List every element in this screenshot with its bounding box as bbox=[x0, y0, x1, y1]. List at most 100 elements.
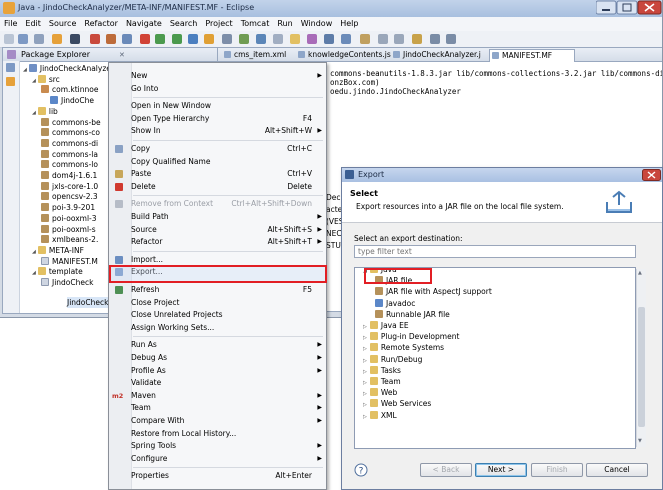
menu-help[interactable]: Help bbox=[336, 17, 362, 28]
tree-item[interactable]: com.ktinnoe bbox=[41, 84, 98, 95]
debug-icon[interactable] bbox=[52, 34, 62, 44]
mark-icon[interactable] bbox=[341, 34, 351, 44]
expand-icon[interactable]: ▷ bbox=[363, 391, 367, 397]
export-tree-item[interactable]: Runnable JAR file bbox=[375, 309, 450, 320]
menu-refactor[interactable]: Refactor bbox=[80, 17, 122, 28]
menu-item-import[interactable]: Import... bbox=[109, 254, 326, 266]
menu-item-assign-working-sets[interactable]: Assign Working Sets... bbox=[109, 322, 326, 334]
dialog-close-icon[interactable] bbox=[642, 169, 661, 181]
last-edit-icon[interactable] bbox=[412, 34, 422, 44]
scroll-up-icon[interactable]: ▲ bbox=[638, 270, 642, 276]
menu-edit[interactable]: Edit bbox=[21, 17, 45, 28]
back-button[interactable]: < Back bbox=[420, 463, 472, 477]
run-last-icon[interactable] bbox=[172, 34, 182, 44]
search-icon[interactable] bbox=[222, 34, 232, 44]
tree-item[interactable]: dom4j-1.6.1 bbox=[41, 170, 97, 181]
new-java-icon[interactable] bbox=[188, 34, 198, 44]
next-button[interactable]: Next > bbox=[475, 463, 527, 477]
export-tree-item[interactable]: ▷ Web Services bbox=[363, 398, 431, 409]
help-icon[interactable]: ? bbox=[354, 463, 368, 477]
menu-item-validate[interactable]: Validate bbox=[109, 377, 326, 389]
export-tree-item[interactable]: ▷ Plug-in Development bbox=[363, 331, 459, 342]
expand-icon[interactable]: ◢ bbox=[32, 110, 36, 116]
tree-item[interactable]: ◢ JindoCheckAnalyzer bbox=[23, 63, 114, 74]
new-icon[interactable] bbox=[4, 34, 14, 44]
tree-item[interactable]: jxls-core-1.0 bbox=[41, 181, 98, 192]
outline-icon[interactable] bbox=[6, 77, 15, 86]
menu-item-paste[interactable]: Paste Ctrl+V bbox=[109, 168, 326, 180]
export-tree-item[interactable]: ▷ Java EE bbox=[363, 320, 409, 331]
tree-item[interactable]: opencsv-2.3 bbox=[41, 191, 98, 202]
expand-icon[interactable]: ▷ bbox=[363, 380, 367, 386]
tree-item[interactable]: ◢ src bbox=[32, 74, 60, 85]
back-icon[interactable] bbox=[430, 34, 440, 44]
folder-icon[interactable] bbox=[290, 34, 300, 44]
menu-window[interactable]: Window bbox=[297, 17, 337, 28]
menu-item-delete[interactable]: Delete Delete bbox=[109, 181, 326, 193]
tree-item[interactable]: commons-co bbox=[41, 127, 100, 138]
menu-item-configure[interactable]: Configure ▶ bbox=[109, 453, 326, 465]
tree-item[interactable]: xmlbeans-2. bbox=[41, 234, 98, 245]
editor-tab[interactable]: JindoCheckAnalyzer.j bbox=[391, 49, 499, 61]
expand-icon[interactable]: ▷ bbox=[363, 335, 367, 341]
tree-item[interactable]: commons-lo bbox=[41, 159, 98, 170]
task-icon[interactable] bbox=[324, 34, 334, 44]
expand-icon[interactable]: ◢ bbox=[32, 78, 36, 84]
tree-item[interactable]: commons-be bbox=[41, 117, 101, 128]
tree-item[interactable]: JindoCheck bbox=[41, 277, 93, 288]
tree-item[interactable]: ◢ META-INF bbox=[32, 245, 84, 256]
print-icon[interactable] bbox=[34, 34, 44, 44]
export-tree-item[interactable]: Javadoc bbox=[375, 298, 415, 309]
tree-item[interactable]: poi-ooxml-s bbox=[41, 224, 96, 235]
menu-search[interactable]: Search bbox=[166, 17, 201, 28]
menu-item-restore-from-local-history[interactable]: Restore from Local History... bbox=[109, 428, 326, 440]
annotation-icon[interactable] bbox=[307, 34, 317, 44]
tree-item[interactable]: poi-ooxml-3 bbox=[41, 213, 97, 224]
menu-item-refresh[interactable]: Refresh F5 bbox=[109, 284, 326, 296]
tree-item[interactable]: ◢ lib bbox=[32, 106, 58, 117]
menu-item-remove-from-context[interactable]: Remove from Context Ctrl+Alt+Shift+Down bbox=[109, 198, 326, 210]
menu-file[interactable]: File bbox=[0, 17, 21, 28]
prev-annotation-icon[interactable] bbox=[394, 34, 404, 44]
menu-item-refactor[interactable]: Refactor Alt+Shift+T ▶ bbox=[109, 236, 326, 248]
menu-item-close-project[interactable]: Close Project bbox=[109, 297, 326, 309]
menu-item-compare-with[interactable]: Compare With ▶ bbox=[109, 415, 326, 427]
menu-item-build-path[interactable]: Build Path ▶ bbox=[109, 211, 326, 223]
next-annotation-icon[interactable] bbox=[378, 34, 388, 44]
menu-item-open-type-hierarchy[interactable]: Open Type Hierarchy F4 bbox=[109, 113, 326, 125]
run-external-icon[interactable] bbox=[106, 34, 116, 44]
open-type-icon[interactable] bbox=[122, 34, 132, 44]
cancel-button[interactable]: Cancel bbox=[586, 463, 648, 477]
export-tree-item[interactable]: ▷ Remote Systems bbox=[363, 342, 444, 353]
expand-icon[interactable]: ▷ bbox=[363, 324, 367, 330]
menu-item-go-into[interactable]: Go Into bbox=[109, 83, 326, 95]
export-tree-item[interactable]: ▷ Team bbox=[363, 376, 401, 387]
expand-icon[interactable]: ◢ bbox=[32, 249, 36, 255]
editor-tab[interactable]: knowledgeContents.js bbox=[296, 49, 401, 61]
tree-item[interactable]: ◢ template bbox=[32, 266, 83, 277]
menu-item-run-as[interactable]: Run As ▶ bbox=[109, 339, 326, 351]
menu-item-spring-tools[interactable]: Spring Tools ▶ bbox=[109, 440, 326, 452]
menu-tomcat[interactable]: Tomcat bbox=[237, 17, 274, 28]
editor-tab[interactable]: cms_item.xml bbox=[222, 49, 306, 61]
tree-item[interactable]: commons-la bbox=[41, 149, 98, 160]
web-icon[interactable] bbox=[239, 34, 249, 44]
forward-icon[interactable] bbox=[446, 34, 456, 44]
expand-icon[interactable]: ▷ bbox=[363, 369, 367, 375]
export-tree-item[interactable]: ▷ Web bbox=[363, 387, 397, 398]
expand-icon[interactable]: ▷ bbox=[363, 358, 367, 364]
expand-icon[interactable]: ◢ bbox=[32, 270, 36, 276]
menu-item-show-in[interactable]: Show In Alt+Shift+W ▶ bbox=[109, 125, 326, 137]
tree-item[interactable]: commons-di bbox=[41, 138, 98, 149]
window-controls[interactable] bbox=[596, 0, 662, 16]
expand-icon[interactable]: ▷ bbox=[363, 402, 367, 408]
open-folder-icon[interactable] bbox=[273, 34, 283, 44]
tree-item[interactable]: MANIFEST.M bbox=[41, 256, 98, 267]
tree-scrollbar[interactable]: ▲ ▼ bbox=[636, 269, 646, 447]
menu-item-debug-as[interactable]: Debug As ▶ bbox=[109, 352, 326, 364]
package-explorer-tab[interactable]: Package Explorer ✕ bbox=[3, 48, 218, 62]
export-tree-item[interactable]: ▷ Tasks bbox=[363, 365, 401, 376]
menu-item-profile-as[interactable]: Profile As ▶ bbox=[109, 365, 326, 377]
filter-input[interactable] bbox=[354, 245, 636, 258]
link-editor-icon[interactable] bbox=[6, 63, 15, 72]
